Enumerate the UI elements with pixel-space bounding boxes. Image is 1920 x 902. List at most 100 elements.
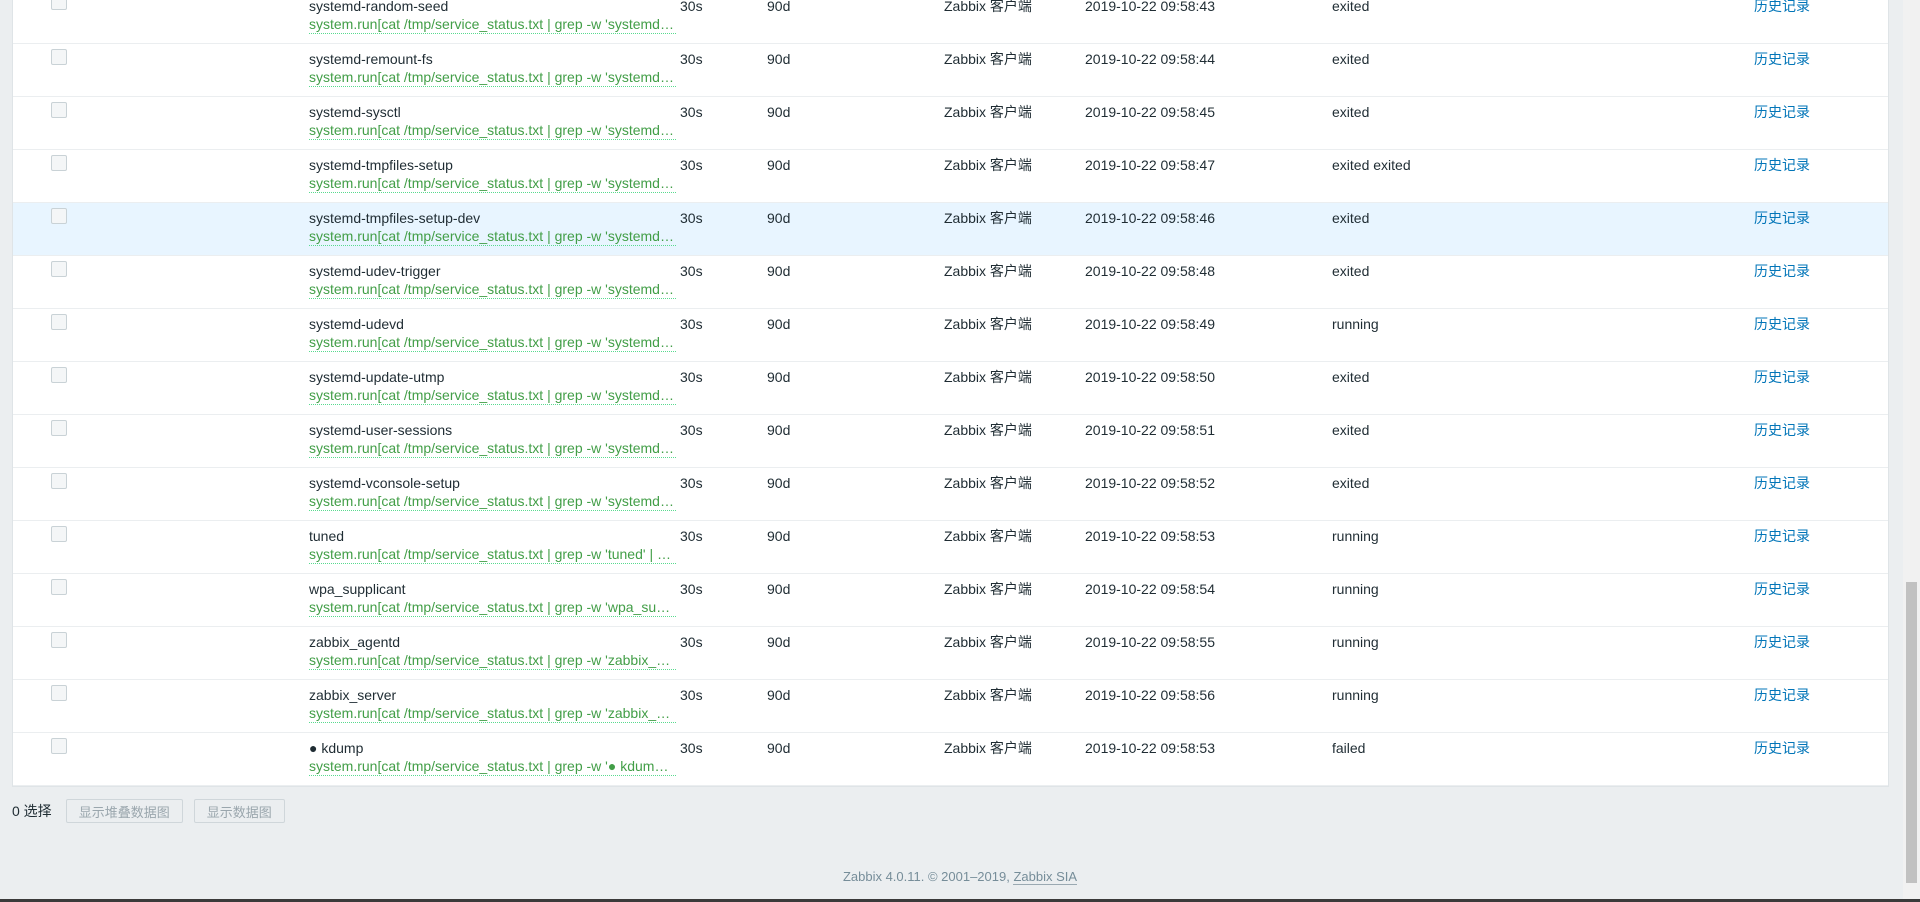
row-checkbox[interactable] bbox=[51, 367, 67, 383]
show-stacked-graph-button[interactable]: 显示堆叠数据图 bbox=[65, 799, 183, 823]
vertical-scrollbar[interactable] bbox=[1903, 0, 1920, 899]
item-interval: 30s bbox=[680, 687, 703, 703]
item-interval: 30s bbox=[680, 634, 703, 650]
row-checkbox[interactable] bbox=[51, 314, 67, 330]
item-interval: 30s bbox=[680, 422, 703, 438]
item-history: 90d bbox=[767, 263, 791, 279]
row-checkbox[interactable] bbox=[51, 473, 67, 489]
item-history: 90d bbox=[767, 634, 791, 650]
row-checkbox[interactable] bbox=[51, 526, 67, 542]
item-name: zabbix_server bbox=[309, 687, 397, 703]
history-link[interactable]: 历史记录 bbox=[1754, 104, 1810, 121]
item-type: Zabbix 客户端 bbox=[944, 528, 1032, 544]
item-key: system.run[cat /tmp/service_status.txt |… bbox=[309, 652, 676, 670]
item-history: 90d bbox=[767, 157, 791, 173]
table-row: systemd-udev-trigger system.run[cat /tmp/… bbox=[13, 256, 1888, 309]
item-name: systemd-tmpfiles-setup-dev bbox=[309, 210, 481, 226]
table-row: systemd-user-sessions system.run[cat /tmp… bbox=[13, 415, 1888, 468]
selected-count: 0 选择 bbox=[12, 803, 52, 819]
item-key: system.run[cat /tmp/service_status.txt |… bbox=[309, 228, 676, 246]
item-last-check: 2019-10-22 09:58:51 bbox=[1085, 422, 1215, 438]
item-interval: 30s bbox=[680, 210, 703, 226]
item-last-check: 2019-10-22 09:58:53 bbox=[1085, 528, 1215, 544]
history-link[interactable]: 历史记录 bbox=[1754, 369, 1810, 386]
history-link[interactable]: 历史记录 bbox=[1754, 740, 1810, 757]
row-checkbox[interactable] bbox=[51, 261, 67, 277]
item-interval: 30s bbox=[680, 263, 703, 279]
history-link[interactable]: 历史记录 bbox=[1754, 528, 1810, 545]
table-row: systemd-udevd system.run[cat /tmp/service… bbox=[13, 309, 1888, 362]
item-last-check: 2019-10-22 09:58:46 bbox=[1085, 210, 1215, 226]
table-actions-bar: 0 选择 显示堆叠数据图 显示数据图 bbox=[12, 799, 296, 823]
item-last-check: 2019-10-22 09:58:52 bbox=[1085, 475, 1215, 491]
history-link[interactable]: 历史记录 bbox=[1754, 475, 1810, 492]
scrollbar-thumb[interactable] bbox=[1906, 582, 1917, 883]
item-interval: 30s bbox=[680, 104, 703, 120]
row-checkbox[interactable] bbox=[51, 49, 67, 65]
show-graph-button[interactable]: 显示数据图 bbox=[193, 799, 285, 823]
history-link[interactable]: 历史记录 bbox=[1754, 581, 1810, 598]
item-last-value: exited bbox=[1332, 210, 1370, 226]
row-checkbox[interactable] bbox=[51, 579, 67, 595]
row-checkbox[interactable] bbox=[51, 208, 67, 224]
item-history: 90d bbox=[767, 528, 791, 544]
item-type: Zabbix 客户端 bbox=[944, 475, 1032, 491]
history-link[interactable]: 历史记录 bbox=[1754, 687, 1810, 704]
history-link[interactable]: 历史记录 bbox=[1754, 422, 1810, 439]
history-link[interactable]: 历史记录 bbox=[1754, 51, 1810, 68]
item-history: 90d bbox=[767, 687, 791, 703]
item-name: systemd-user-sessions bbox=[309, 422, 453, 438]
item-key: system.run[cat /tmp/service_status.txt |… bbox=[309, 175, 676, 193]
item-last-check: 2019-10-22 09:58:54 bbox=[1085, 581, 1215, 597]
item-last-value: exited bbox=[1332, 0, 1370, 14]
item-type: Zabbix 客户端 bbox=[944, 51, 1032, 67]
row-checkbox[interactable] bbox=[51, 0, 67, 10]
history-link[interactable]: 历史记录 bbox=[1754, 210, 1810, 227]
item-last-value: running bbox=[1332, 634, 1379, 650]
item-key: system.run[cat /tmp/service_status.txt |… bbox=[309, 440, 676, 458]
item-last-check: 2019-10-22 09:58:55 bbox=[1085, 634, 1215, 650]
row-checkbox[interactable] bbox=[51, 102, 67, 118]
row-checkbox[interactable] bbox=[51, 685, 67, 701]
table-row: wpa_supplicant system.run[cat /tmp/servic… bbox=[13, 574, 1888, 627]
item-key: system.run[cat /tmp/service_status.txt |… bbox=[309, 387, 676, 405]
history-link[interactable]: 历史记录 bbox=[1754, 263, 1810, 280]
item-key: system.run[cat /tmp/service_status.txt |… bbox=[309, 705, 676, 723]
row-checkbox[interactable] bbox=[51, 155, 67, 171]
item-history: 90d bbox=[767, 104, 791, 120]
item-interval: 30s bbox=[680, 740, 703, 756]
item-last-check: 2019-10-22 09:58:45 bbox=[1085, 104, 1215, 120]
item-key: system.run[cat /tmp/service_status.txt |… bbox=[309, 546, 676, 564]
history-link[interactable]: 历史记录 bbox=[1754, 157, 1810, 174]
item-history: 90d bbox=[767, 316, 791, 332]
item-name: systemd-update-utmp bbox=[309, 369, 445, 385]
item-last-check: 2019-10-22 09:58:48 bbox=[1085, 263, 1215, 279]
item-last-check: 2019-10-22 09:58:43 bbox=[1085, 0, 1215, 14]
item-history: 90d bbox=[767, 369, 791, 385]
item-name: zabbix_agentd bbox=[309, 634, 401, 650]
history-link[interactable]: 历史记录 bbox=[1754, 634, 1810, 651]
item-history: 90d bbox=[767, 581, 791, 597]
item-name: systemd-udev-trigger bbox=[309, 263, 441, 279]
item-key: system.run[cat /tmp/service_status.txt |… bbox=[309, 16, 676, 34]
table-row: systemd-tmpfiles-setup system.run[cat /tm… bbox=[13, 150, 1888, 203]
row-checkbox[interactable] bbox=[51, 738, 67, 754]
item-history: 90d bbox=[767, 51, 791, 67]
item-key: system.run[cat /tmp/service_status.txt |… bbox=[309, 599, 676, 617]
item-last-value: exited bbox=[1332, 475, 1370, 491]
item-interval: 30s bbox=[680, 369, 703, 385]
item-last-value: running bbox=[1332, 528, 1379, 544]
item-name: ● kdump bbox=[309, 740, 364, 756]
item-type: Zabbix 客户端 bbox=[944, 687, 1032, 703]
row-checkbox[interactable] bbox=[51, 632, 67, 648]
history-link[interactable]: 历史记录 bbox=[1754, 316, 1810, 333]
footer-company-link[interactable]: Zabbix SIA bbox=[1013, 869, 1078, 885]
table-row: systemd-vconsole-setup system.run[cat /tm… bbox=[13, 468, 1888, 521]
row-checkbox[interactable] bbox=[51, 420, 67, 436]
item-last-check: 2019-10-22 09:58:53 bbox=[1085, 740, 1215, 756]
item-type: Zabbix 客户端 bbox=[944, 740, 1032, 756]
item-interval: 30s bbox=[680, 475, 703, 491]
item-last-value: exited bbox=[1332, 263, 1370, 279]
history-link[interactable]: 历史记录 bbox=[1754, 0, 1810, 15]
item-name: systemd-random-seed bbox=[309, 0, 449, 14]
